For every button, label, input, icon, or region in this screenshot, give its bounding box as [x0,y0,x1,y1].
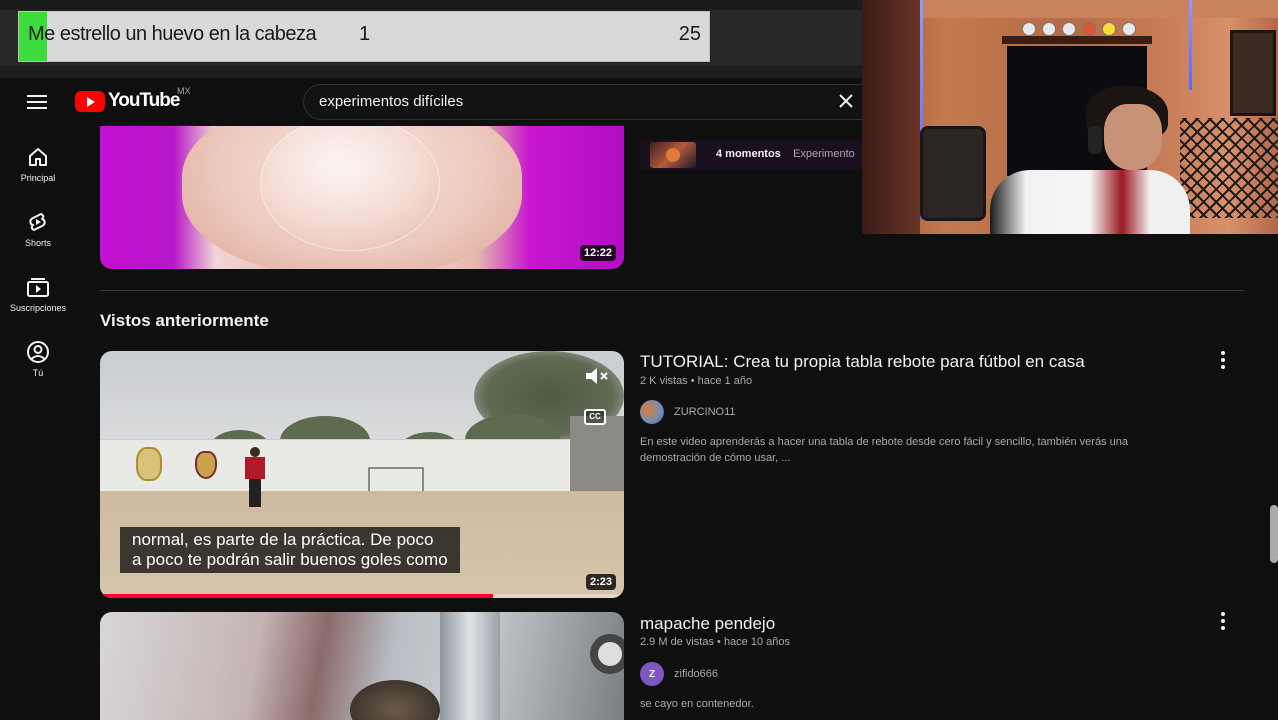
video-meta: 2 K vistas • hace 1 año [640,375,753,387]
barcelona-crest [195,451,217,479]
sidebar-item-principal[interactable]: Principal [0,144,76,183]
region-code: MX [177,86,191,96]
ceiling-image [922,0,1278,18]
more-options-icon[interactable] [1214,611,1232,631]
rebound-net-image [1180,118,1278,218]
overlay-strip-bottom [0,66,862,78]
sidebar-item-label: Tú [32,368,44,378]
moments-tag: Experimento [793,148,855,160]
mute-icon[interactable] [584,365,610,387]
goal-title: Me estrello un huevo en la cabeza [28,23,317,45]
building-image [570,416,624,496]
hamburger-menu-icon[interactable] [22,88,52,116]
overlay-strip-top [0,0,862,10]
stream-goal-overlay: Me estrello un huevo en la cabeza 1 25 [0,0,862,78]
moment-thumbnail [650,142,696,168]
moments-count: 4 momentos [716,148,781,160]
chair-image [920,126,986,221]
watch-progress-fill [100,594,493,598]
real-madrid-crest [136,447,162,481]
video-title[interactable]: mapache pendejo [640,614,775,634]
shelf-image [1002,36,1152,44]
avatar: Z [640,662,664,686]
youtube-logo[interactable]: YouTube [75,90,180,112]
description-line: En este video aprenderás a hacer una tab… [640,436,1128,448]
webcam-feed [862,0,1278,234]
channel-name: ZURCINO11 [674,406,736,418]
duration-badge: 2:23 [585,574,616,590]
scrollbar-thumb[interactable] [1270,505,1278,563]
video-description: En este video aprenderás a hacer una tab… [640,434,1210,466]
video-thumbnail-top[interactable]: 12:22 [100,126,624,269]
sidebar-item-shorts[interactable]: Shorts [0,209,76,248]
subscriptions-icon [25,274,51,300]
door-image [862,0,920,234]
video-meta: 2.9 M de vistas • hace 10 años [640,636,790,648]
sidebar-item-label: Suscripciones [9,303,67,313]
youtube-play-icon [75,90,105,112]
channel-name: zifido666 [674,668,719,680]
led-strip [1189,0,1192,90]
caption-line: normal, es parte de la práctica. De poco [132,530,434,549]
sidebar-item-label: Shorts [24,238,51,248]
home-icon [25,144,51,170]
raccoon-image [350,680,440,720]
pipe-image [440,612,500,720]
shorts-icon [25,209,51,235]
video-caption: normal, es parte de la práctica. De poco… [120,527,460,573]
goal-target-count: 25 [678,23,701,45]
video-description: se cayo en contenedor. [640,696,1210,712]
more-options-icon[interactable] [1214,350,1232,370]
headset-icon [1088,126,1102,154]
avatar [640,400,664,424]
player-image [245,447,265,509]
duration-badge: 12:22 [579,245,616,261]
search-query[interactable]: experimentos difíciles [319,93,463,110]
sidebar-item-suscripciones[interactable]: Suscripciones [0,274,76,313]
goal-current-count: 1 [359,23,371,45]
sidebar-item-tu[interactable]: Tú [0,339,76,378]
wall-image [100,439,572,491]
sidebar: Principal Shorts Suscripciones Tú [0,126,76,720]
caption-line: a poco te podrán salir buenos goles como [132,550,448,569]
youtube-header: YouTube MX experimentos difíciles [0,78,862,126]
section-title: Vistos anteriormente [100,311,269,330]
description-line: se cayo en contenedor. [640,698,754,710]
search-input[interactable]: experimentos difíciles [303,84,862,120]
sidebar-item-label: Principal [20,173,56,183]
channel-link[interactable]: Z zifido666 [640,662,718,686]
avatar-letter: Z [648,668,656,680]
key-moments-chip[interactable]: 4 momentos Experimento [640,140,862,170]
close-icon[interactable] [836,91,856,111]
logo-text: YouTube [108,90,180,111]
closed-captions-icon[interactable]: CC [584,409,606,425]
poster-frame [1230,30,1276,116]
description-line: demostración de cómo usar, ... [640,452,791,464]
goal-image [368,467,424,491]
watch-progress-bar [100,594,624,598]
channel-link[interactable]: ZURCINO11 [640,400,736,424]
account-icon [25,339,51,365]
wheel-image [590,634,624,674]
goal-progress-bar: Me estrello un huevo en la cabeza 1 25 [18,11,710,62]
section-divider [100,290,1244,291]
streamer-image [990,86,1190,234]
video-thumbnail[interactable]: CC normal, es parte de la práctica. De p… [100,351,624,598]
video-thumbnail[interactable] [100,612,624,720]
video-title[interactable]: TUTORIAL: Crea tu propia tabla rebote pa… [640,352,1085,372]
